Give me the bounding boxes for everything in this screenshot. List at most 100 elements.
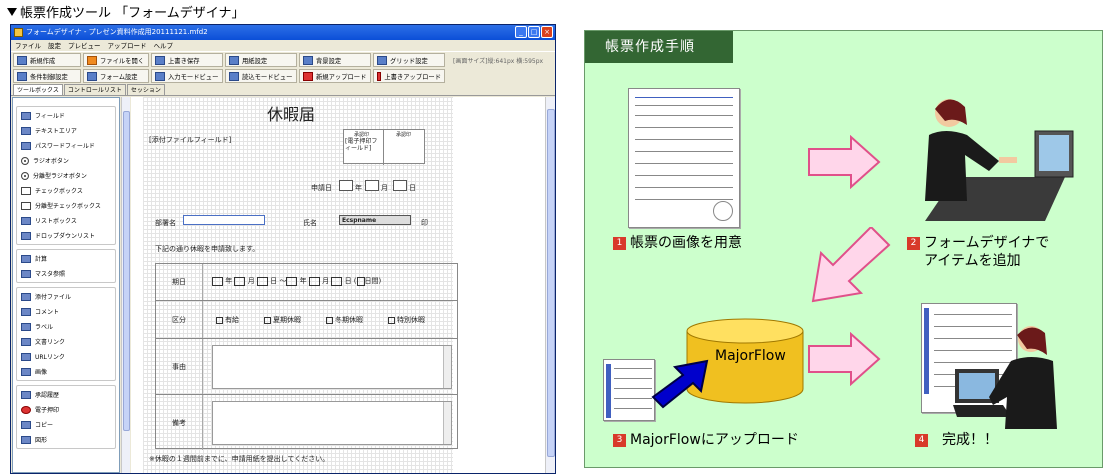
days-field[interactable] — [356, 276, 365, 286]
note-textarea[interactable] — [212, 401, 452, 445]
palette-item-comment[interactable]: コメント — [17, 304, 115, 319]
note-scrollbar[interactable] — [443, 402, 451, 444]
kind-checkbox[interactable] — [216, 316, 223, 324]
palette-item-copy[interactable]: コピー — [17, 417, 115, 432]
field-icon — [21, 111, 31, 120]
doc-line — [614, 408, 652, 409]
kind-option-1[interactable]: 有給 — [216, 315, 239, 325]
new-upload-button[interactable]: 新規アップロード — [299, 69, 371, 83]
dept-field[interactable] — [183, 215, 265, 225]
name-value: Ecspname — [342, 217, 377, 224]
url-link-icon — [21, 352, 31, 361]
from-day-field[interactable] — [256, 276, 268, 286]
canvas-scrollbar[interactable] — [545, 97, 555, 473]
kind-checkbox[interactable] — [264, 316, 271, 324]
tab-control-list[interactable]: コントロールリスト — [63, 84, 126, 95]
tab-toolbox[interactable]: ツールボックス — [13, 84, 63, 95]
apply-year-field[interactable] — [339, 180, 353, 191]
menu-file[interactable]: ファイル — [15, 40, 41, 51]
close-button[interactable]: × — [541, 26, 553, 38]
palette-item-label[interactable]: ラベル — [17, 319, 115, 334]
minimize-button[interactable]: _ — [515, 26, 527, 38]
doc-line — [614, 378, 652, 379]
menu-preview[interactable]: プレビュー — [68, 40, 101, 51]
section-heading-text: 帳票作成ツール 「フォームデザイナ」 — [20, 6, 245, 21]
palette-label: 図形 — [35, 437, 48, 444]
to-month-field[interactable] — [308, 276, 320, 286]
palette-item-doclink[interactable]: 文書リンク — [17, 334, 115, 349]
grid-settings-button[interactable]: グリッド設定 — [373, 53, 445, 67]
to-day-field[interactable] — [331, 276, 343, 286]
dropdown-icon — [21, 231, 31, 240]
to-year-label: 年 — [299, 277, 307, 285]
form-settings-button[interactable]: フォーム設定 — [83, 69, 149, 83]
kind-option-2[interactable]: 夏期休暇 — [264, 315, 301, 325]
from-year-field[interactable] — [212, 276, 223, 286]
reason-textarea[interactable] — [212, 345, 452, 389]
step-3-number: 3 — [613, 433, 626, 447]
read-mode-view-button[interactable]: 読込モードビュー — [225, 69, 297, 83]
palette-item-listbox[interactable]: リストボックス — [17, 213, 115, 228]
process-title: 帳票作成手順 — [585, 31, 733, 63]
palette-item-password[interactable]: パスワードフィールド — [17, 138, 115, 153]
palette-item-dropdown[interactable]: ドロップダウンリスト — [17, 228, 115, 243]
dept-label: 部署名 — [155, 219, 176, 227]
doc-line — [635, 97, 733, 98]
palette-item-image[interactable]: 画像 — [17, 364, 115, 379]
apply-day-field[interactable] — [393, 180, 407, 191]
stamp-area[interactable]: 承認印 承認印 [電子押印フィールド] — [343, 129, 425, 165]
kind-option-3[interactable]: 冬期休暇 — [326, 315, 363, 325]
palette-item-checkbox[interactable]: チェックボックス — [17, 183, 115, 198]
background-settings-button[interactable]: 背景設定 — [299, 53, 371, 67]
attach-field[interactable]: [添付ファイルフィールド] — [149, 135, 231, 145]
palette-item-urllink[interactable]: URLリンク — [17, 349, 115, 364]
design-canvas[interactable]: 休暇届 [添付ファイルフィールド] 承認印 承認印 [電子押印フィールド] 申請… — [131, 97, 547, 473]
palette-scroll-thumb[interactable] — [123, 111, 130, 431]
kind-option-4[interactable]: 特別休暇 — [388, 315, 425, 325]
maximize-button[interactable]: □ — [528, 26, 540, 38]
kind-label: 区分 — [156, 301, 203, 338]
form-title[interactable]: 休暇届 — [267, 101, 315, 125]
menu-upload[interactable]: アップロード — [108, 40, 147, 51]
to-year-field[interactable] — [286, 276, 298, 286]
palette-item-master[interactable]: マスタ参照 — [17, 266, 115, 281]
menu-help[interactable]: ヘルプ — [154, 40, 174, 51]
name-field[interactable]: Ecspname — [339, 215, 411, 225]
stamp-header-1: 承認印 — [354, 132, 370, 138]
tab-session[interactable]: セッション — [126, 84, 165, 95]
copy-icon — [21, 420, 31, 429]
palette-item-stamp[interactable]: 電子押印 — [17, 402, 115, 417]
new-button[interactable]: 新規作成 — [13, 53, 81, 67]
palette-item-shape[interactable]: 図形 — [17, 432, 115, 447]
from-month-field[interactable] — [234, 276, 246, 286]
canvas-scroll-thumb[interactable] — [547, 109, 555, 457]
form-settings-icon — [87, 71, 97, 81]
doc-line — [635, 115, 733, 116]
palette-item-textarea[interactable]: テキストエリア — [17, 123, 115, 138]
doc-line — [614, 388, 652, 389]
palette-item-split-radio[interactable]: 分離型ラジオボタン — [17, 168, 115, 183]
note-label: 備考 — [156, 395, 203, 450]
save-button[interactable]: 上書き保存 — [151, 53, 223, 67]
menu-settings[interactable]: 設定 — [48, 40, 61, 51]
palette-item-history[interactable]: 承認履歴 — [17, 387, 115, 402]
palette-scrollbar[interactable] — [121, 97, 130, 473]
stamp-header-2: 承認印 — [396, 132, 412, 138]
kind-checkbox[interactable] — [388, 316, 395, 324]
condition-control-button[interactable]: 条件制御設定 — [13, 69, 81, 83]
apply-month-field[interactable] — [365, 180, 379, 191]
reason-scrollbar[interactable] — [443, 346, 451, 388]
palette-item-attachment[interactable]: 添付ファイル — [17, 289, 115, 304]
overwrite-upload-button[interactable]: 上書きアップロード — [373, 69, 445, 83]
kind-checkbox[interactable] — [326, 316, 333, 324]
palette-item-calc[interactable]: 計算 — [17, 251, 115, 266]
period-from: 年 月 日 ～ 年 月 日 (日間) — [212, 276, 381, 286]
palette-item-radio[interactable]: ラジオボタン — [17, 153, 115, 168]
input-mode-view-button[interactable]: 入力モードビュー — [151, 69, 223, 83]
form-settings-label: フォーム設定 — [100, 73, 138, 81]
open-file-button[interactable]: ファイルを開く — [83, 53, 149, 67]
palette-item-split-checkbox[interactable]: 分離型チェックボックス — [17, 198, 115, 213]
doc-line — [635, 199, 733, 200]
paper-settings-button[interactable]: 用紙設定 — [225, 53, 297, 67]
palette-item-field[interactable]: フィールド — [17, 108, 115, 123]
